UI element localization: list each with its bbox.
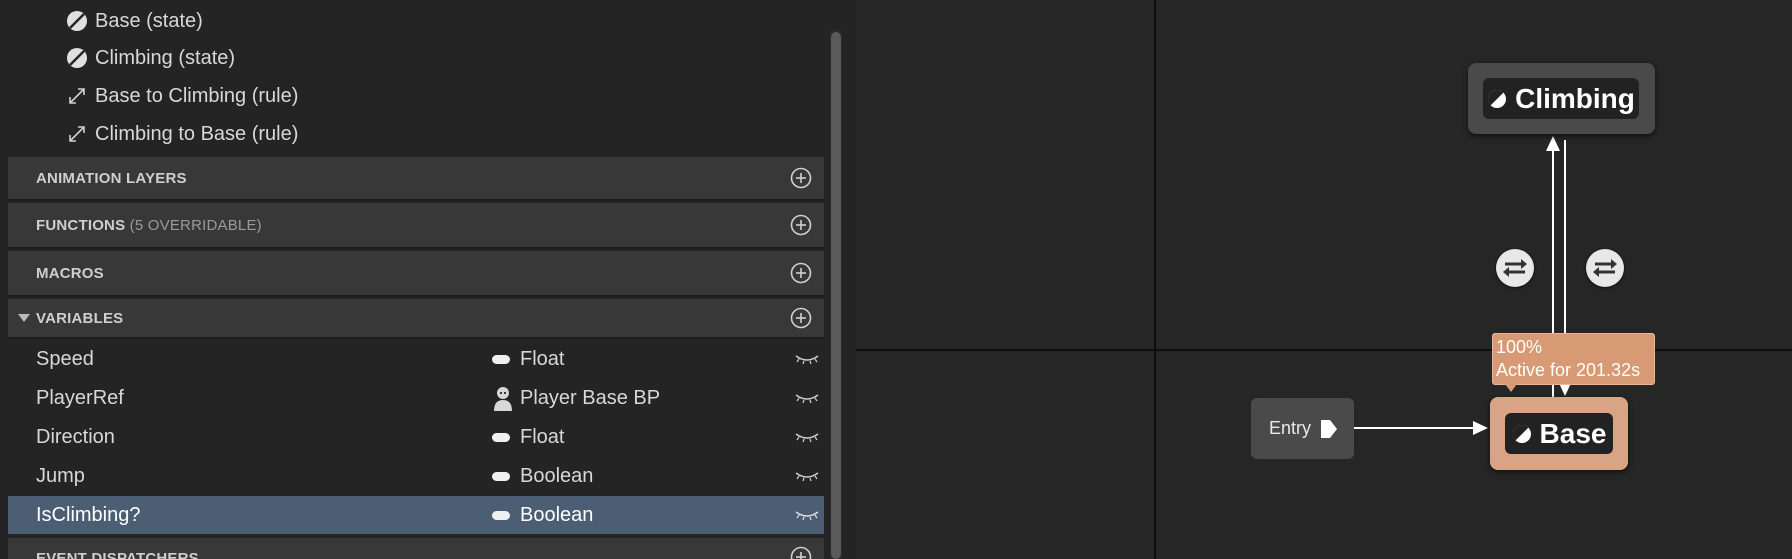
- variable-type[interactable]: Boolean: [492, 504, 593, 527]
- section-title: FUNCTIONS (5 OVERRIDABLE): [36, 217, 262, 234]
- entry-node[interactable]: Entry: [1251, 398, 1354, 459]
- variable-row-playerref[interactable]: PlayerRef Player Base BP: [8, 379, 824, 417]
- variable-type-label: Boolean: [520, 464, 594, 487]
- add-icon[interactable]: [790, 262, 812, 284]
- collapse-caret-icon[interactable]: [18, 314, 30, 322]
- tree-item-climbing-state[interactable]: Climbing (state): [65, 41, 235, 75]
- variable-name: Direction: [36, 425, 115, 448]
- section-variables[interactable]: VARIABLES: [8, 299, 824, 339]
- eye-closed-icon[interactable]: [794, 470, 820, 482]
- exec-pin-icon[interactable]: [1320, 419, 1338, 439]
- active-state-tooltip: 100% Active for 201.32s: [1492, 333, 1655, 392]
- tree-item-climbing-to-base-rule[interactable]: Climbing to Base (rule): [65, 117, 298, 151]
- state-node-title: Base: [1539, 417, 1607, 449]
- section-animation-layers[interactable]: ANIMATION LAYERS: [8, 157, 824, 201]
- variable-type[interactable]: Float: [492, 348, 564, 371]
- variable-type-label: Float: [520, 425, 565, 448]
- eye-closed-icon[interactable]: [794, 509, 820, 521]
- pill-icon: [492, 471, 510, 481]
- tooltip-weight: 100%: [1496, 337, 1543, 357]
- variable-row-direction[interactable]: Direction Float: [8, 418, 824, 456]
- pawn-icon: [494, 387, 512, 411]
- variable-name: Jump: [36, 464, 85, 487]
- state-node-title: Climbing: [1515, 82, 1635, 114]
- rule-icon: [65, 84, 89, 108]
- my-blueprint-panel: Base (state) Climbing (state) Base to Cl…: [0, 0, 856, 559]
- variable-row-jump[interactable]: Jump Boolean: [8, 457, 824, 495]
- variable-type[interactable]: Boolean: [492, 465, 593, 488]
- variable-type-label: Boolean: [520, 503, 594, 526]
- pill-icon: [492, 354, 510, 364]
- state-icon: [1512, 424, 1531, 443]
- section-title: EVENT DISPATCHERS: [36, 550, 199, 559]
- section-title: MACROS: [36, 264, 104, 282]
- variable-row-speed[interactable]: Speed Float: [8, 340, 824, 378]
- section-functions[interactable]: FUNCTIONS (5 OVERRIDABLE): [8, 203, 824, 249]
- tree-item-base-to-climbing-rule[interactable]: Base to Climbing (rule): [65, 79, 298, 113]
- scrollbar-thumb[interactable]: [831, 32, 841, 559]
- tree-item-label: Climbing (state): [95, 46, 236, 69]
- section-title: ANIMATION LAYERS: [36, 169, 187, 187]
- state-machine-graph[interactable]: Climbing 100% Active for 201.32s Base En…: [856, 0, 1792, 559]
- variable-row-isclimbing[interactable]: IsClimbing? Boolean: [8, 496, 824, 534]
- state-node-header: Base: [1505, 413, 1613, 454]
- state-node-climbing[interactable]: Climbing: [1468, 63, 1655, 134]
- pill-icon: [492, 432, 510, 442]
- entry-node-label: Entry: [1269, 418, 1312, 438]
- section-title: VARIABLES: [36, 309, 124, 327]
- state-icon: [65, 46, 89, 70]
- add-icon[interactable]: [790, 546, 812, 559]
- rule-icon: [65, 122, 89, 146]
- add-icon[interactable]: [790, 167, 812, 189]
- variable-type-label: Float: [520, 347, 565, 370]
- transition-rule-icon[interactable]: [1496, 249, 1534, 287]
- tooltip-tail: [1505, 384, 1517, 392]
- tree-item-base-state[interactable]: Base (state): [65, 4, 203, 38]
- section-title-text: FUNCTIONS: [36, 216, 126, 234]
- variable-type[interactable]: Float: [492, 426, 564, 449]
- state-node-base[interactable]: Base: [1490, 397, 1628, 470]
- transition-rule-icon[interactable]: [1586, 249, 1624, 287]
- add-icon[interactable]: [790, 214, 812, 236]
- state-node-header: Climbing: [1483, 78, 1639, 119]
- tooltip-active-time: Active for 201.32s: [1496, 360, 1641, 380]
- tree-item-label: Climbing to Base (rule): [95, 122, 299, 145]
- eye-closed-icon[interactable]: [794, 392, 820, 404]
- variable-name: IsClimbing?: [36, 503, 141, 526]
- section-subtitle: (5 OVERRIDABLE): [129, 216, 262, 234]
- add-icon[interactable]: [790, 307, 812, 329]
- state-icon: [1488, 89, 1507, 108]
- pill-icon: [492, 510, 510, 520]
- variable-type-label: Player Base BP: [520, 386, 661, 409]
- tree-item-label: Base (state): [95, 9, 203, 32]
- section-macros[interactable]: MACROS: [8, 251, 824, 297]
- eye-closed-icon[interactable]: [794, 353, 820, 365]
- variable-name: Speed: [36, 347, 94, 370]
- state-icon: [65, 9, 89, 33]
- tree-item-label: Base to Climbing (rule): [95, 84, 299, 107]
- variable-type[interactable]: Player Base BP: [492, 385, 660, 411]
- section-event-dispatchers[interactable]: EVENT DISPATCHERS: [8, 538, 824, 559]
- variable-name: PlayerRef: [36, 386, 124, 409]
- eye-closed-icon[interactable]: [794, 431, 820, 443]
